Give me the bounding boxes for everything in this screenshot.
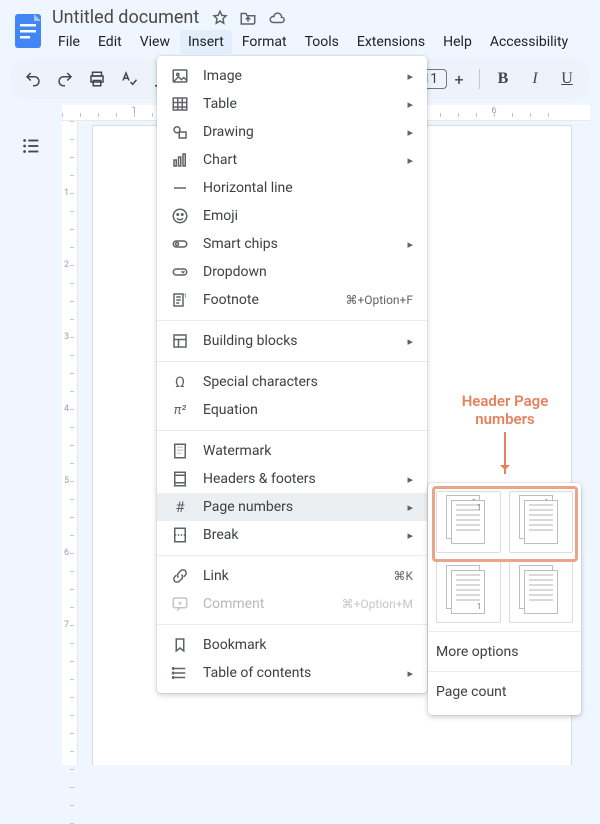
menu-separator — [157, 361, 427, 362]
insert-comment: Comment⌘+Option+M — [157, 590, 427, 618]
docs-logo[interactable] — [10, 7, 46, 55]
chevron-right-icon: ▸ — [407, 473, 413, 486]
building-blocks-icon — [171, 332, 189, 350]
page-number-header-right-skip-first[interactable]: 1 — [509, 491, 574, 553]
break-icon — [171, 526, 189, 544]
vertical-ruler[interactable]: 1234567 — [62, 121, 78, 765]
bookmark-icon — [171, 636, 189, 654]
insert-menu-dropdown: Image▸ Table▸ Drawing▸ Chart▸ Horizontal… — [157, 56, 427, 693]
insert-watermark[interactable]: Watermark — [157, 437, 427, 465]
comment-icon — [171, 595, 189, 613]
insert-special-characters[interactable]: ΩSpecial characters — [157, 368, 427, 396]
chevron-right-icon: ▸ — [407, 126, 413, 139]
menu-extensions[interactable]: Extensions — [349, 30, 433, 54]
insert-bookmark[interactable]: Bookmark — [157, 631, 427, 659]
redo-icon[interactable] — [52, 66, 78, 92]
insert-chart[interactable]: Chart▸ — [157, 146, 427, 174]
insert-horizontal-line[interactable]: Horizontal line — [157, 174, 427, 202]
app-header: Untitled document File Edit View Insert … — [0, 0, 600, 55]
chart-icon — [171, 151, 189, 169]
chevron-right-icon: ▸ — [407, 154, 413, 167]
menu-bar: File Edit View Insert Format Tools Exten… — [50, 28, 590, 54]
insert-table[interactable]: Table▸ — [157, 90, 427, 118]
undo-icon[interactable] — [20, 66, 46, 92]
page-numbers-icon: # — [171, 498, 189, 516]
chevron-right-icon: ▸ — [407, 98, 413, 111]
page-number-footer-right[interactable]: 2 1 — [436, 561, 501, 623]
dropdown-icon — [171, 263, 189, 281]
annotation-arrow-icon — [504, 432, 506, 474]
horizontal-line-icon — [171, 179, 189, 197]
insert-link[interactable]: Link⌘K — [157, 562, 427, 590]
page-number-header-right[interactable]: 2 1 — [436, 491, 501, 553]
spellcheck-icon[interactable] — [116, 66, 142, 92]
page-numbers-submenu: 2 1 1 2 1 1 More options Page count — [428, 483, 581, 715]
toolbar-separator — [479, 69, 480, 89]
insert-emoji[interactable]: Emoji — [157, 202, 427, 230]
chevron-right-icon: ▸ — [407, 501, 413, 514]
outline-toggle-icon[interactable] — [16, 131, 46, 161]
menu-separator — [157, 555, 427, 556]
insert-building-blocks[interactable]: Building blocks▸ — [157, 327, 427, 355]
footnote-icon: 1 — [171, 291, 189, 309]
insert-equation[interactable]: π²Equation — [157, 396, 427, 424]
menu-separator — [157, 320, 427, 321]
svg-text:1: 1 — [184, 293, 187, 300]
font-size-plus[interactable]: + — [449, 70, 469, 89]
insert-drawing[interactable]: Drawing▸ — [157, 118, 427, 146]
chevron-right-icon: ▸ — [407, 238, 413, 251]
menu-separator — [157, 430, 427, 431]
drawing-icon — [171, 123, 189, 141]
insert-break[interactable]: Break▸ — [157, 521, 427, 549]
toc-icon — [171, 664, 189, 682]
equation-icon: π² — [171, 401, 189, 419]
chevron-right-icon: ▸ — [407, 335, 413, 348]
annotation-label: Header Page numbers — [432, 392, 578, 474]
link-icon — [171, 567, 189, 585]
insert-dropdown[interactable]: Dropdown — [157, 258, 427, 286]
print-icon[interactable] — [84, 66, 110, 92]
menu-tools[interactable]: Tools — [297, 30, 347, 54]
menu-accessibility[interactable]: Accessibility — [482, 30, 576, 54]
table-icon — [171, 95, 189, 113]
underline-button[interactable]: U — [554, 66, 580, 92]
insert-footnote[interactable]: 1Footnote⌘+Option+F — [157, 286, 427, 314]
insert-headers-footers[interactable]: Headers & footers▸ — [157, 465, 427, 493]
headers-footers-icon — [171, 470, 189, 488]
emoji-icon — [171, 207, 189, 225]
omega-icon: Ω — [171, 373, 189, 391]
chevron-right-icon: ▸ — [407, 667, 413, 680]
page-number-footer-right-skip-first[interactable]: 1 — [509, 561, 574, 623]
menu-separator — [157, 624, 427, 625]
menu-edit[interactable]: Edit — [90, 30, 130, 54]
watermark-icon — [171, 442, 189, 460]
page-numbers-page-count[interactable]: Page count — [428, 671, 581, 711]
insert-table-of-contents[interactable]: Table of contents▸ — [157, 659, 427, 687]
page-numbers-more-options[interactable]: More options — [428, 631, 581, 671]
smart-chips-icon — [171, 235, 189, 253]
menu-help[interactable]: Help — [435, 30, 480, 54]
menu-format[interactable]: Format — [234, 30, 295, 54]
move-icon[interactable] — [239, 9, 257, 27]
menu-file[interactable]: File — [50, 30, 88, 54]
chevron-right-icon: ▸ — [407, 529, 413, 542]
menu-insert[interactable]: Insert — [180, 30, 232, 54]
chevron-right-icon: ▸ — [407, 70, 413, 83]
image-icon — [171, 67, 189, 85]
cloud-status-icon[interactable] — [267, 9, 285, 27]
insert-smart-chips[interactable]: Smart chips▸ — [157, 230, 427, 258]
insert-image[interactable]: Image▸ — [157, 62, 427, 90]
italic-button[interactable]: I — [522, 66, 548, 92]
menu-view[interactable]: View — [132, 30, 178, 54]
bold-button[interactable]: B — [490, 66, 516, 92]
star-icon[interactable] — [211, 9, 229, 27]
doc-title[interactable]: Untitled document — [50, 7, 201, 28]
insert-page-numbers[interactable]: #Page numbers▸ — [157, 493, 427, 521]
